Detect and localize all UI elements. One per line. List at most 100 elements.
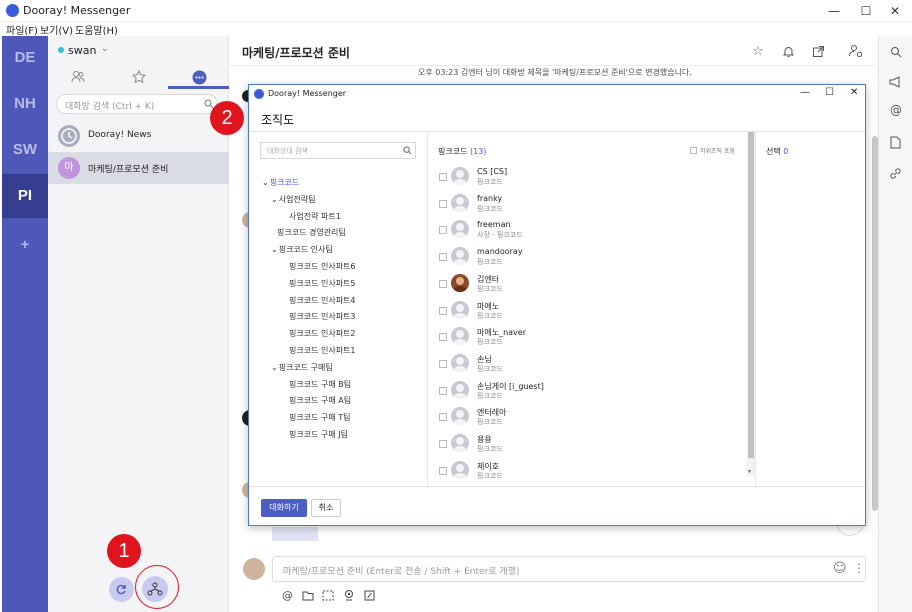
workspace-de[interactable]: DE (2, 36, 48, 80)
org-tree-node[interactable]: 핑크코드 인사파트5 (289, 278, 356, 289)
member-row[interactable]: franky 핑크코드 (436, 191, 742, 217)
announcement-icon[interactable] (889, 76, 903, 88)
org-tree-node[interactable]: ⌄핑크코드 (262, 177, 299, 188)
member-checkbox[interactable] (439, 466, 447, 475)
workspace-sw[interactable]: SW (2, 128, 48, 172)
member-checkbox[interactable] (439, 306, 447, 315)
mention-icon[interactable]: @ (890, 103, 902, 117)
emoji-icon[interactable]: ☺ (833, 561, 847, 576)
member-checkbox[interactable] (439, 173, 447, 181)
member-row[interactable]: 엔터레아 핑크코드 (436, 404, 742, 430)
workspace-nh[interactable]: NH (2, 82, 48, 126)
org-tree-node[interactable]: 핑크코드 구매 A팀 (289, 395, 351, 406)
org-tree-node[interactable]: ⌄핑크코드 구매팀 (271, 362, 333, 373)
member-row[interactable]: 제이호 핑크코드 (436, 458, 742, 484)
org-tree-node[interactable]: 핑크코드 인사파트6 (289, 261, 356, 272)
member-checkbox[interactable] (439, 226, 447, 235)
member-name: freeman (477, 220, 511, 230)
link-icon[interactable] (889, 167, 902, 180)
chat-tab-icon[interactable] (192, 70, 207, 85)
channel-search-input[interactable]: 대화방 검색 (Ctrl + K) (56, 94, 218, 114)
org-tree-node[interactable]: ⌄사업전략팀 (271, 194, 316, 205)
scroll-thumb[interactable] (748, 132, 754, 458)
member-row[interactable]: 마에노 핑크코드 (436, 298, 742, 324)
menu-view[interactable]: 보기(V) (40, 22, 73, 37)
favorite-star-icon[interactable]: ☆ (750, 43, 766, 59)
edit-icon[interactable] (364, 590, 375, 601)
channel-item-marketing[interactable]: 마 마케팅/프로모션 준비 (48, 152, 229, 184)
member-checkbox[interactable] (439, 279, 447, 288)
include-sub-checkbox[interactable] (690, 147, 697, 154)
org-tree-node[interactable]: ⌄핑크코드 인사팀 (271, 244, 333, 255)
org-tree-node-label: 핑크코드 (269, 178, 300, 187)
org-tree-node-label: 핑크코드 인사파트6 (289, 262, 356, 271)
org-tree-node[interactable]: 핑크코드 구매 T팀 (289, 412, 351, 423)
file-icon[interactable] (890, 136, 901, 149)
user-name[interactable]: swan (68, 44, 96, 57)
dialog-minimize-button[interactable]: — (800, 87, 810, 98)
member-checkbox[interactable] (439, 199, 447, 208)
member-checkbox[interactable] (439, 253, 447, 262)
member-row[interactable]: 김엔터 핑크코드 (436, 271, 742, 297)
chat-scrollbar[interactable] (872, 136, 878, 511)
mention-icon[interactable]: @ (282, 589, 293, 602)
presence-dot (58, 47, 64, 53)
member-checkbox[interactable] (439, 413, 447, 422)
workspace-pi[interactable]: PI (2, 174, 48, 218)
member-settings-icon[interactable] (847, 42, 865, 60)
search-icon[interactable] (890, 46, 902, 58)
org-tree-node[interactable]: 핑크코드 인사파트1 (289, 345, 356, 356)
expand-chevron-icon[interactable]: ⌄ (271, 195, 278, 204)
channel-item-dooray-news[interactable]: Dooray! News (48, 120, 229, 152)
org-tree-node[interactable]: 핑크코드 구매 J팀 (289, 429, 348, 440)
member-checkbox[interactable] (439, 359, 447, 368)
scroll-down-arrow-icon[interactable]: ▾ (748, 468, 751, 475)
start-chat-button[interactable]: 대화하기 (261, 499, 307, 517)
more-options-icon[interactable]: ⋮ (853, 561, 865, 575)
member-list-scrollbar[interactable]: ▾ (747, 132, 755, 476)
dialog-close-button[interactable]: ✕ (850, 87, 858, 98)
member-avatar (451, 353, 469, 372)
expand-chevron-icon[interactable]: ⌄ (271, 245, 278, 254)
folder-icon[interactable] (302, 590, 314, 601)
org-tree-node[interactable]: 핑크코드 인사파트2 (289, 328, 356, 339)
add-workspace-button[interactable]: + (2, 222, 48, 266)
member-row[interactable]: 손님게이 [i_guest] 핑크코드 (436, 378, 742, 404)
member-checkbox[interactable] (439, 333, 447, 342)
member-row[interactable]: mandooray 핑크코드 (436, 244, 742, 270)
contact-search-input[interactable]: 대화상대 검색 (260, 142, 416, 159)
expand-chevron-icon[interactable]: ⌄ (271, 363, 278, 372)
maximize-button[interactable]: ☐ (851, 2, 881, 20)
member-row[interactable]: freeman 사장 - 핑크코드 (436, 217, 742, 243)
webcam-icon[interactable] (343, 589, 355, 601)
external-window-icon[interactable] (810, 43, 826, 59)
org-tree-node[interactable]: 핑크코드 경영관리팀 (277, 227, 346, 238)
chevron-down-icon[interactable]: ⌄ (101, 44, 109, 54)
org-tree-node[interactable]: 핑크코드 인사파트3 (289, 311, 356, 322)
message-input[interactable]: 마케팅/프로모션 준비 (Enter로 전송 / Shift + Enter로 … (272, 556, 866, 582)
close-button[interactable]: ✕ (880, 2, 910, 20)
member-row[interactable]: CS [CS] 핑크코드 (436, 164, 742, 190)
star-tab-icon[interactable] (132, 70, 146, 84)
member-row[interactable]: 손님 핑크코드 (436, 351, 742, 377)
member-row[interactable]: 용용 핑크코드 (436, 431, 742, 457)
expand-chevron-icon[interactable]: ⌄ (262, 178, 269, 187)
org-tree-node[interactable]: 사업전략 파트1 (289, 211, 341, 222)
cancel-button[interactable]: 취소 (311, 499, 341, 517)
people-tab-icon[interactable] (71, 70, 85, 84)
minimize-button[interactable]: — (819, 2, 849, 20)
menu-file[interactable]: 파일(F) (6, 22, 38, 37)
member-checkbox[interactable] (439, 440, 447, 448)
member-row[interactable]: 마에노_naver 핑크코드 (436, 324, 742, 350)
member-checkbox[interactable] (439, 386, 447, 395)
org-tree-node[interactable]: 핑크코드 인사파트4 (289, 295, 356, 306)
screenshot-icon[interactable] (322, 590, 334, 601)
bell-icon[interactable] (780, 43, 796, 59)
refresh-button[interactable] (109, 577, 134, 602)
member-name: CS [CS] (477, 167, 508, 176)
menu-help[interactable]: 도움말(H) (75, 22, 118, 37)
member-avatar (451, 434, 469, 452)
dialog-maximize-button[interactable]: ☐ (825, 87, 834, 98)
org-tree-node[interactable]: 핑크코드 구매 B팀 (289, 379, 351, 390)
search-icon[interactable] (403, 146, 412, 155)
